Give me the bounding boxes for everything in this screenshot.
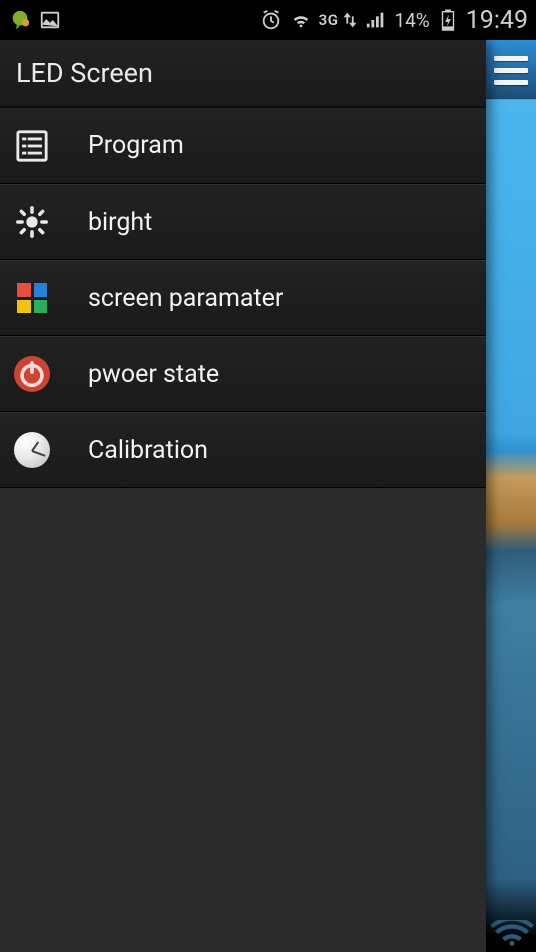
tiles-icon <box>12 278 52 318</box>
network-type-label: 3G <box>319 11 339 29</box>
battery-charging-icon <box>436 8 460 32</box>
app-root: LED Screen Program birght screen paramat… <box>0 40 536 952</box>
menu-item-brightness[interactable]: birght <box>0 184 486 260</box>
statusbar-clock: 19:49 <box>466 6 528 35</box>
menu-item-screen-parameter[interactable]: screen paramater <box>0 260 486 336</box>
clock-icon <box>12 430 52 470</box>
alarm-icon <box>259 8 283 32</box>
chat-notification-icon <box>8 8 32 32</box>
drawer-menu: Program birght screen paramater <box>0 108 486 488</box>
list-icon <box>12 126 52 166</box>
power-icon <box>12 354 52 394</box>
menu-item-calibration[interactable]: Calibration <box>0 412 486 488</box>
wifi-icon <box>289 8 313 32</box>
menu-item-power-state[interactable]: pwoer state <box>0 336 486 412</box>
navigation-drawer: LED Screen Program birght screen paramat… <box>0 40 486 952</box>
wallpaper-background <box>486 40 536 952</box>
picture-notification-icon <box>38 8 62 32</box>
menu-item-label: pwoer state <box>88 360 472 389</box>
menu-button[interactable] <box>488 48 532 92</box>
menu-item-label: Calibration <box>88 436 472 465</box>
data-arrows-icon <box>342 8 358 32</box>
wifi-status-icon <box>490 920 534 948</box>
battery-percent: 14% <box>394 9 429 32</box>
android-statusbar: 3G 14% 19:49 <box>0 0 536 40</box>
cell-signal-icon <box>364 8 388 32</box>
brightness-icon <box>12 202 52 242</box>
drawer-title: LED Screen <box>0 40 486 108</box>
menu-item-label: Program <box>88 131 472 160</box>
menu-item-label: screen paramater <box>88 284 472 313</box>
menu-item-program[interactable]: Program <box>0 108 486 184</box>
menu-item-label: birght <box>88 208 472 237</box>
